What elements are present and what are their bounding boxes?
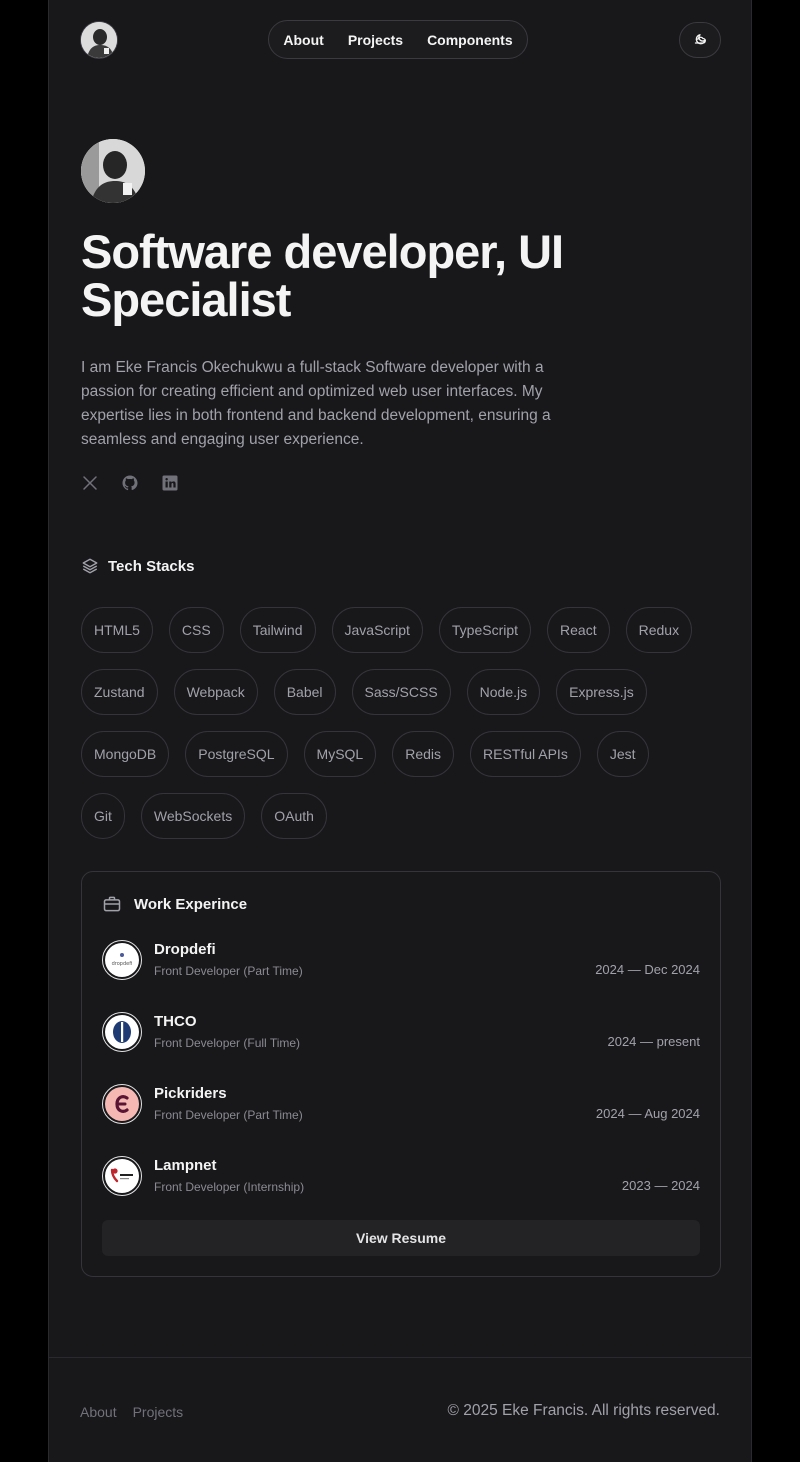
theme-toggle-button[interactable] — [679, 22, 721, 58]
page-shell: About Projects Components Software devel… — [48, 0, 752, 1462]
copyright-text: © 2025 Eke Francis. All rights reserved. — [447, 1402, 720, 1419]
svg-text:dropdefi: dropdefi — [112, 961, 133, 967]
thco-logo — [102, 1012, 142, 1052]
briefcase-icon — [103, 896, 121, 912]
job-role: Front Developer (Part Time) — [154, 1108, 303, 1122]
tech-chip: Express.js — [556, 669, 647, 715]
tech-chip: WebSockets — [140, 793, 246, 839]
job-company: Pickriders — [154, 1085, 227, 1102]
tech-stacks-heading: Tech Stacks — [81, 557, 194, 575]
page-title: Software developer, UI Specialist — [81, 225, 564, 326]
tech-chip: OAuth — [261, 793, 327, 839]
job-dates: 2024 — present — [607, 1034, 700, 1049]
header-avatar[interactable] — [81, 22, 117, 58]
job-item: Pickriders Front Developer (Part Time) 2… — [102, 1084, 700, 1126]
job-company: Dropdefi — [154, 941, 216, 958]
nav-projects[interactable]: Projects — [348, 32, 403, 48]
tech-chip: HTML5 — [81, 607, 153, 653]
tech-chip: Redis — [392, 731, 455, 777]
footer-links: About Projects — [80, 1404, 183, 1420]
tech-chip: Tailwind — [239, 607, 316, 653]
tech-chip: Redux — [625, 607, 693, 653]
tech-chip: React — [547, 607, 610, 653]
intro-text: I am Eke Francis Okechukwu a full-stack … — [81, 359, 551, 448]
job-item: dropdefi Dropdefi Front Developer (Part … — [102, 940, 700, 982]
linkedin-icon[interactable] — [161, 474, 179, 492]
layers-icon — [82, 558, 98, 574]
theme-toggle-icon — [694, 34, 706, 45]
main-nav: About Projects Components — [268, 20, 528, 59]
job-dates: 2024 — Aug 2024 — [595, 1106, 700, 1121]
tech-chip: Babel — [273, 669, 336, 715]
x-icon[interactable] — [81, 474, 99, 492]
tech-chip: Webpack — [173, 669, 258, 715]
work-experience-title: Work Experince — [134, 895, 248, 913]
footer-link-about[interactable]: About — [80, 1404, 117, 1420]
tech-chip-list: HTML5 CSS Tailwind JavaScript TypeScript Reac… — [81, 607, 701, 839]
view-resume-button[interactable]: View Resume — [102, 1220, 700, 1256]
tech-chip: Sass/SCSS — [351, 669, 451, 715]
job-item: Lampnet Front Developer (Internship) 202… — [102, 1156, 700, 1198]
job-company: Lampnet — [154, 1157, 217, 1174]
social-links — [81, 474, 179, 492]
tech-chip: MongoDB — [81, 731, 170, 777]
job-dates: 2023 — 2024 — [621, 1178, 700, 1193]
work-experience-heading: Work Experince — [102, 894, 247, 914]
tech-stacks-title: Tech Stacks — [108, 557, 195, 575]
pickriders-logo — [102, 1084, 142, 1124]
tech-chip: MySQL — [303, 731, 377, 777]
nav-components[interactable]: Components — [427, 32, 513, 48]
nav-about[interactable]: About — [283, 32, 323, 48]
tech-chip: Node.js — [466, 669, 541, 715]
tech-chip: Git — [81, 793, 125, 839]
job-company: THCO — [154, 1013, 197, 1030]
dropdefi-logo: dropdefi — [102, 940, 142, 980]
tech-chip: CSS — [168, 607, 224, 653]
profile-avatar — [81, 139, 145, 203]
lampnet-logo — [102, 1156, 142, 1196]
job-role: Front Developer (Internship) — [154, 1180, 305, 1194]
footer: About Projects © 2025 Eke Francis. All r… — [49, 1357, 751, 1462]
tech-chip: Zustand — [81, 669, 158, 715]
tech-chip: TypeScript — [438, 607, 532, 653]
tech-chip: RESTful APIs — [470, 731, 581, 777]
footer-link-projects[interactable]: Projects — [133, 1404, 184, 1420]
tech-chip: PostgreSQL — [185, 731, 288, 777]
job-role: Front Developer (Part Time) — [154, 964, 303, 978]
job-item: THCO Front Developer (Full Time) 2024 — … — [102, 1012, 700, 1054]
job-role: Front Developer (Full Time) — [154, 1036, 301, 1050]
job-dates: 2024 — Dec 2024 — [595, 962, 700, 977]
work-experience-card: Work Experince dropdefi Dropdefi Front D… — [81, 871, 721, 1277]
tech-chip: JavaScript — [331, 607, 423, 653]
github-icon[interactable] — [121, 474, 139, 492]
tech-chip: Jest — [596, 731, 649, 777]
